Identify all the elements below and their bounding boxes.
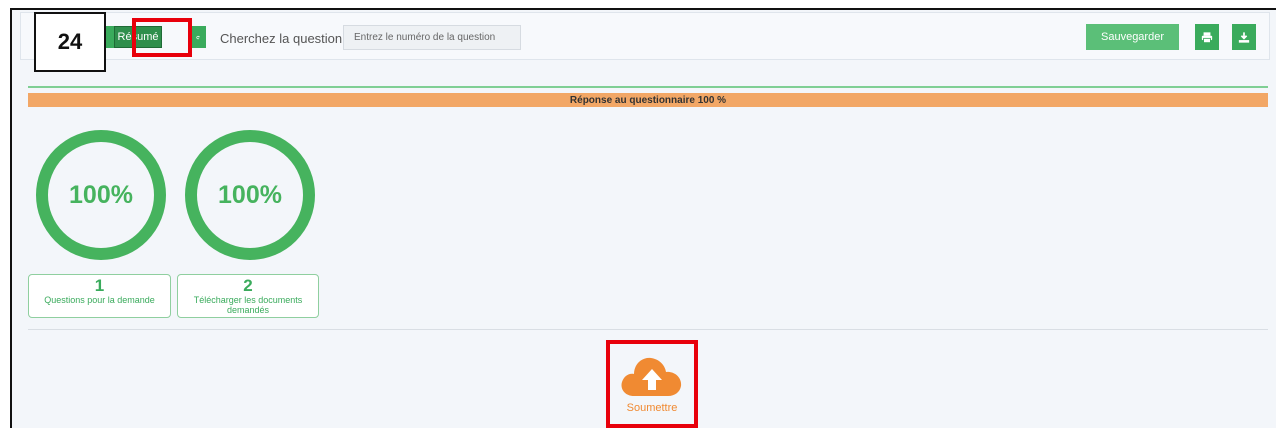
toolbar	[20, 12, 1270, 60]
section-1-percent: 100%	[69, 180, 133, 209]
section-2-card[interactable]: 2 Télécharger les documents demandés	[177, 274, 319, 318]
download-icon	[1238, 31, 1250, 43]
progress-bar: Réponse au questionnaire 100 %	[28, 93, 1268, 107]
section-divider	[28, 86, 1268, 88]
highlight-submit-box	[606, 340, 698, 428]
content-divider	[28, 329, 1268, 330]
refresh-icon	[196, 35, 200, 39]
section-1-number: 1	[94, 276, 105, 295]
section-2-percent: 100%	[218, 180, 282, 209]
step-number-label: 24	[34, 12, 106, 72]
progress-text: Réponse au questionnaire 100 %	[569, 94, 727, 106]
save-button[interactable]: Sauvegarder	[1086, 24, 1179, 50]
section-1-card[interactable]: 1 Questions pour la demande	[28, 274, 171, 318]
download-button[interactable]	[1232, 24, 1256, 50]
section-2-progress-ring: 100%	[185, 130, 315, 260]
section-2-number: 2	[243, 276, 253, 295]
print-icon	[1201, 31, 1213, 43]
search-label: Cherchez la question:	[220, 31, 346, 46]
print-button[interactable]	[1195, 24, 1219, 50]
search-input[interactable]	[343, 25, 521, 50]
refresh-button[interactable]	[190, 26, 206, 48]
section-1-label: Questions pour la demande	[44, 295, 155, 305]
section-1-progress-ring: 100%	[36, 130, 166, 260]
section-2-label: Télécharger les documents demandés	[193, 295, 303, 315]
highlight-summary-box	[132, 18, 192, 57]
